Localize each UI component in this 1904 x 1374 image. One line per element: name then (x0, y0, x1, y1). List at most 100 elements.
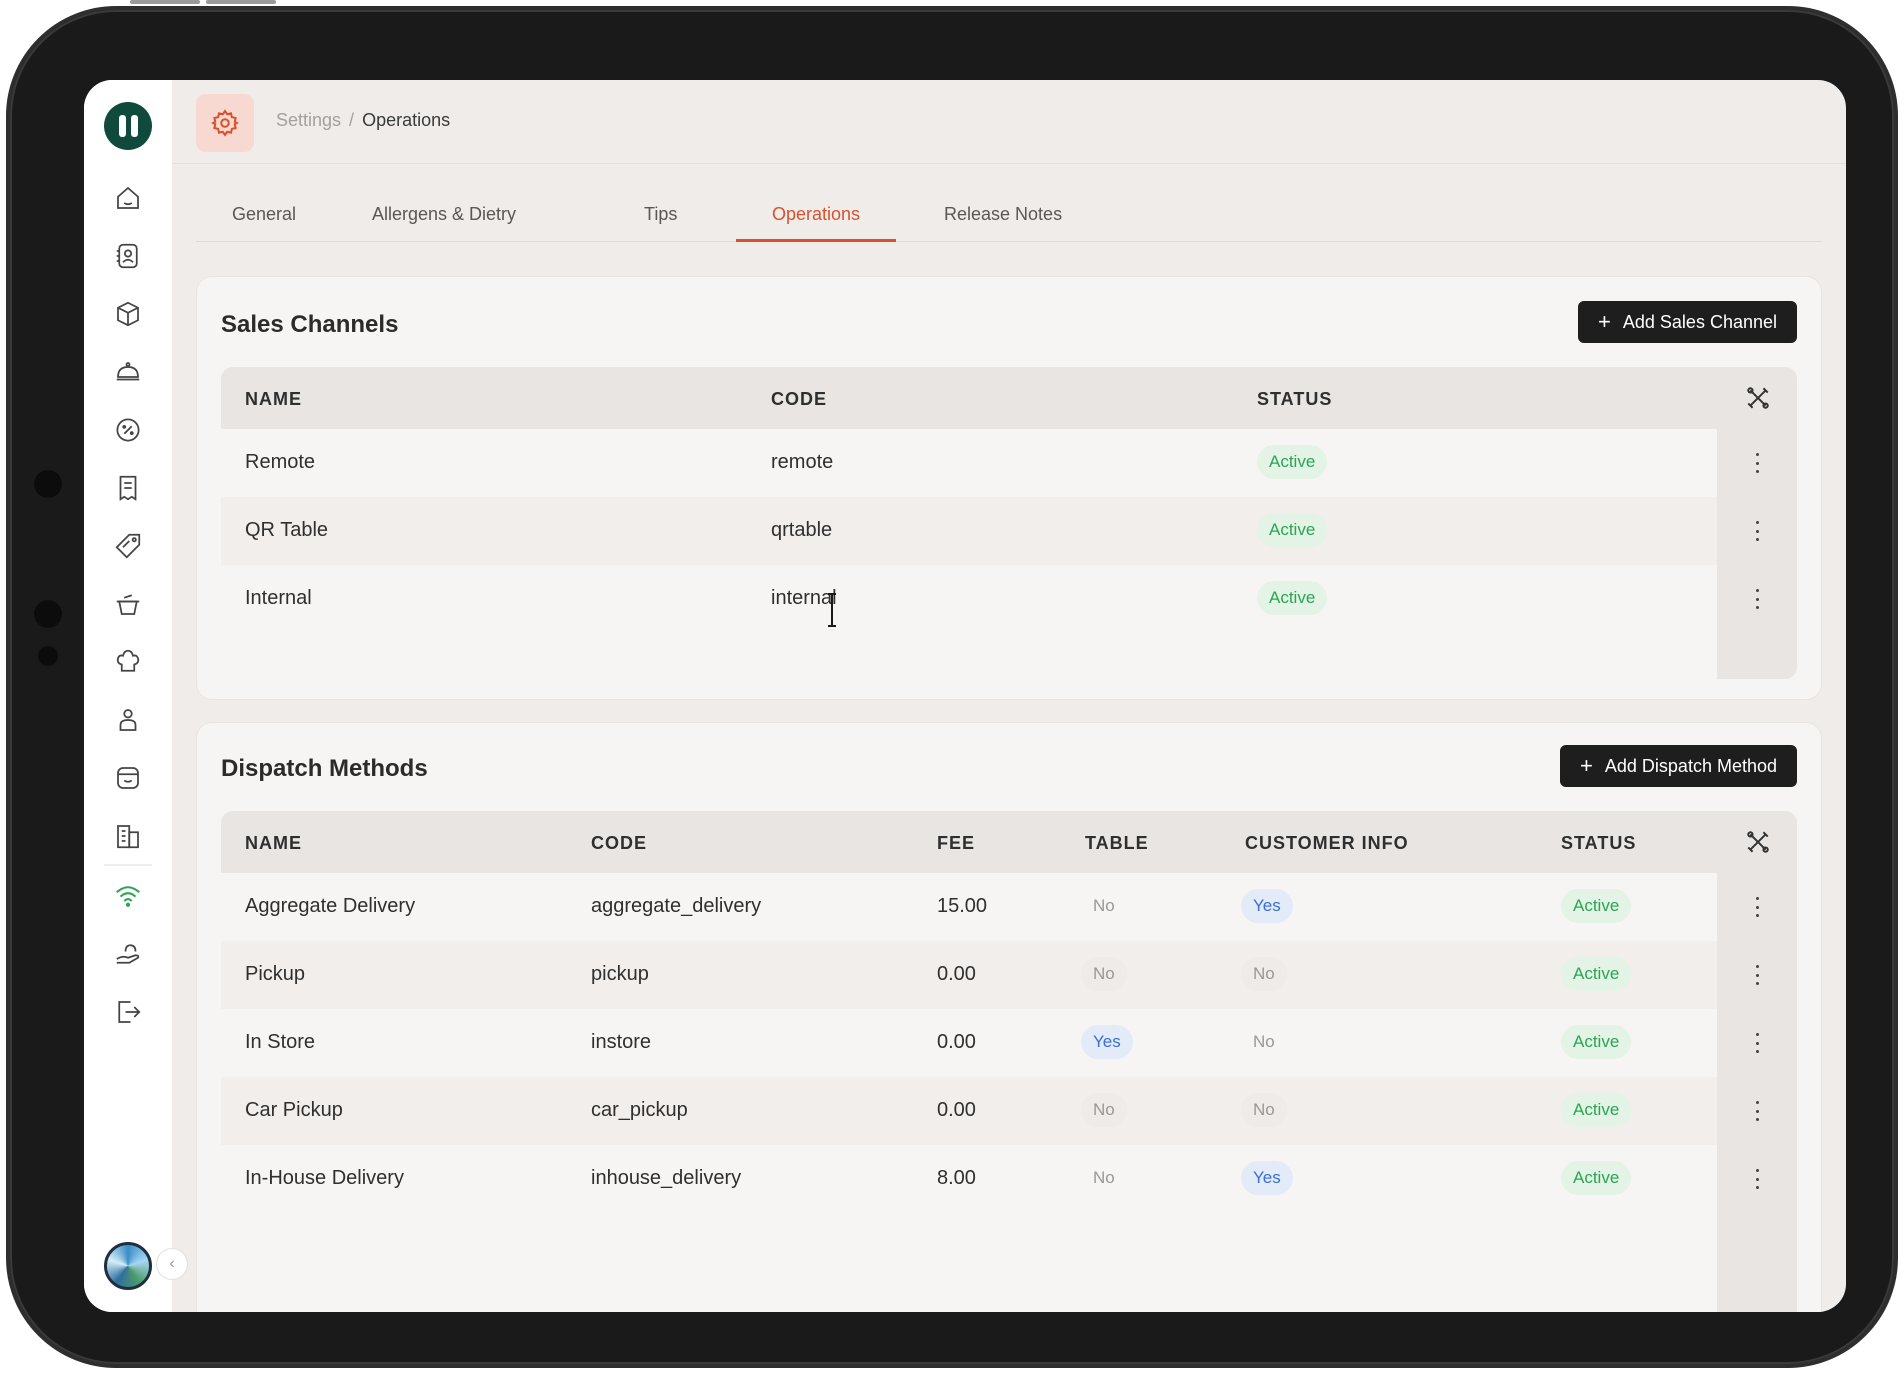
method-fee: 0.00 (937, 1031, 976, 1053)
table-row: Remote remote Active (221, 429, 1797, 497)
method-fee: 15.00 (937, 895, 988, 917)
method-fee: 0.00 (937, 963, 976, 985)
table-row: Car Pickup car_pickup 0.00 No No Active (221, 1077, 1797, 1145)
table-flag: No (1093, 1168, 1115, 1187)
row-menu-icon[interactable] (1753, 1101, 1761, 1121)
breadcrumb-separator: / (349, 110, 355, 130)
method-fee: 0.00 (937, 1099, 976, 1121)
building-icon[interactable] (112, 820, 144, 852)
customer-info-flag: Yes (1241, 1161, 1293, 1195)
cloche-icon[interactable] (112, 356, 144, 388)
method-name: Car Pickup (245, 1099, 343, 1121)
status-badge: Active (1561, 957, 1632, 991)
status-badge: Active (1561, 1161, 1632, 1195)
tab-tips[interactable]: Tips (608, 194, 713, 242)
table-row: QR Table qrtable Active (221, 497, 1797, 565)
column-header-code: CODE (771, 389, 828, 409)
receipt-icon[interactable] (112, 472, 144, 504)
chef-hat-icon[interactable] (112, 646, 144, 678)
add-dispatch-method-button[interactable]: + Add Dispatch Method (1560, 745, 1797, 787)
logout-icon[interactable] (112, 996, 144, 1028)
column-header-customer-info: CUSTOMER INFO (1245, 833, 1409, 853)
customer-info-flag: Yes (1241, 889, 1293, 923)
customer-info-flag: No (1241, 1093, 1287, 1127)
method-name: In Store (245, 1031, 316, 1053)
status-badge: Active (1561, 1025, 1632, 1059)
home-icon[interactable] (112, 182, 144, 214)
table-row: Pickup pickup 0.00 No No Active (221, 941, 1797, 1009)
method-code: pickup (591, 963, 649, 985)
text-cursor-icon (828, 593, 836, 627)
actions-column (1717, 811, 1797, 1312)
collapse-sidebar-button[interactable]: ‹ (156, 1248, 188, 1280)
status-badge: Active (1257, 581, 1328, 615)
row-menu-icon[interactable] (1753, 1033, 1761, 1053)
plus-icon: + (1580, 753, 1593, 778)
settings-icon (196, 94, 254, 152)
avatar[interactable] (104, 1242, 152, 1290)
column-header-status: STATUS (1257, 389, 1333, 409)
customer-info-flag: No (1241, 957, 1287, 991)
table-flag: No (1081, 1093, 1127, 1127)
method-fee: 8.00 (937, 1167, 976, 1189)
status-badge: Active (1561, 889, 1632, 923)
status-badge: Active (1257, 445, 1328, 479)
camera-dot (38, 646, 58, 666)
tablet-frame: ‹ Settings / Operations General Allergen… (6, 0, 1898, 1368)
row-menu-icon[interactable] (1753, 1169, 1761, 1189)
tag-icon[interactable] (112, 530, 144, 562)
method-code: car_pickup (591, 1099, 688, 1121)
box-icon[interactable] (112, 298, 144, 330)
dispatch-methods-card: Dispatch Methods + Add Dispatch Method N… (196, 722, 1822, 1312)
row-menu-icon[interactable] (1753, 897, 1761, 917)
table-flag: Yes (1081, 1025, 1133, 1059)
tab-general[interactable]: General (196, 194, 332, 242)
wifi-icon[interactable] (112, 880, 144, 912)
method-code: inhouse_delivery (591, 1167, 742, 1189)
column-header-name: NAME (245, 833, 302, 853)
settings-tabs: General Allergens & Dietry Tips Operatio… (196, 194, 1822, 242)
table-row: In-House Delivery inhouse_delivery 8.00 … (221, 1145, 1797, 1213)
table-header: NAME CODE STATUS (221, 367, 1797, 429)
topbar: Settings / Operations (172, 80, 1846, 164)
row-menu-icon[interactable] (1753, 453, 1761, 473)
plus-icon: + (1598, 309, 1611, 334)
row-menu-icon[interactable] (1753, 589, 1761, 609)
power-button (206, 0, 276, 4)
actions-column (1717, 367, 1797, 679)
channel-code: qrtable (771, 519, 833, 541)
dispatch-methods-title: Dispatch Methods (221, 755, 428, 782)
method-code: instore (591, 1031, 652, 1053)
breadcrumb: Settings / Operations (276, 110, 450, 131)
table-flag: No (1093, 896, 1115, 915)
dispatch-methods-table: NAME CODE FEE TABLE CUSTOMER INFO STATUS… (221, 811, 1797, 1312)
row-menu-icon[interactable] (1753, 521, 1761, 541)
contacts-icon[interactable] (112, 240, 144, 272)
sales-channels-table: NAME CODE STATUS Remote remote Active QR… (221, 367, 1797, 679)
tools-icon[interactable] (1745, 385, 1771, 411)
store-icon[interactable] (112, 762, 144, 794)
camera-dot (34, 600, 62, 628)
method-name: Aggregate Delivery (245, 895, 416, 917)
customer-info-flag: No (1253, 1032, 1275, 1051)
add-sales-channel-button[interactable]: + Add Sales Channel (1578, 301, 1797, 343)
table-row: Aggregate Delivery aggregate_delivery 15… (221, 873, 1797, 941)
app-screen: ‹ Settings / Operations General Allergen… (84, 80, 1846, 1312)
hand-icon[interactable] (112, 938, 144, 970)
tools-icon[interactable] (1745, 829, 1771, 855)
column-header-table: TABLE (1085, 833, 1149, 853)
cooking-pot-icon[interactable] (112, 588, 144, 620)
tab-allergens-dietry[interactable]: Allergens & Dietry (336, 194, 552, 242)
column-header-name: NAME (245, 389, 302, 409)
add-sales-channel-label: Add Sales Channel (1622, 311, 1777, 332)
user-icon[interactable] (112, 704, 144, 736)
breadcrumb-settings-link[interactable]: Settings (276, 110, 341, 131)
tab-operations[interactable]: Operations (736, 194, 897, 242)
app-logo[interactable] (104, 102, 152, 150)
discount-icon[interactable] (112, 414, 144, 446)
status-badge: Active (1257, 513, 1328, 547)
tab-release-notes[interactable]: Release Notes (908, 194, 1098, 242)
channel-name: QR Table (245, 519, 329, 541)
row-menu-icon[interactable] (1753, 965, 1761, 985)
method-name: Pickup (245, 963, 306, 985)
